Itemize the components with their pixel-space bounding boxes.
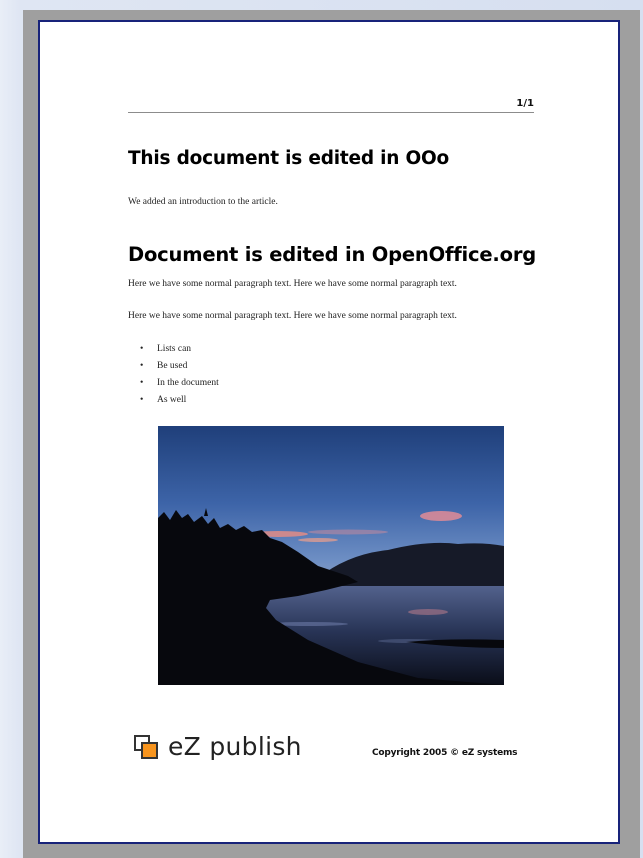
bullet-icon: • [140,344,144,354]
ez-publish-logo: eZ publish [134,732,302,761]
bullet-icon: • [140,395,144,405]
logo-text: eZ publish [168,732,302,761]
list-item: • Lists can [140,341,219,358]
page-number: 1/1 [516,98,534,109]
copyright-text: Copyright 2005 © eZ systems [372,748,518,758]
section-heading: Document is edited in OpenOffice.org [128,243,536,266]
sunset-photo [158,426,504,685]
body-paragraph: Here we have some normal paragraph text.… [128,311,457,321]
bullet-icon: • [140,378,144,388]
ez-logo-icon [134,734,158,759]
body-paragraph: Here we have some normal paragraph text.… [128,279,457,289]
document-page: 1/1 This document is edited in OOo We ad… [38,20,620,844]
list-item: • In the document [140,375,219,392]
document-heading: This document is edited in OOo [128,148,450,169]
list-item: • As well [140,392,219,409]
intro-paragraph: We added an introduction to the article. [128,197,278,207]
bullet-list: • Lists can • Be used • In the document • As… [140,341,219,409]
header-rule [128,112,534,113]
list-item: • Be used [140,358,219,375]
bullet-icon: • [140,361,144,371]
